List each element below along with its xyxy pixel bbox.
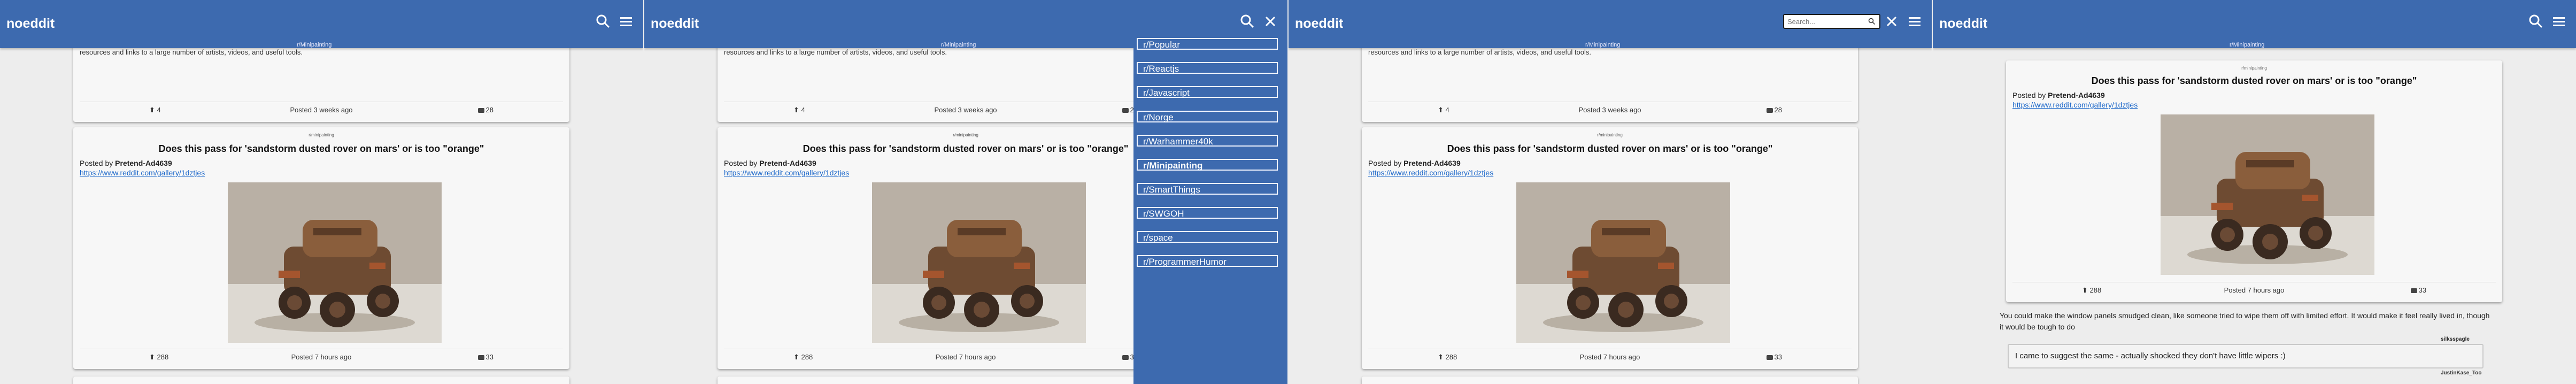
- comment-icon: [1122, 108, 1129, 113]
- post-image[interactable]: [872, 182, 1086, 343]
- subreddit-menu: r/Popular r/Reactjs r/Javascript r/Norge…: [1133, 0, 1287, 384]
- post-footer: ⬆ 4 Posted 3 weeks ago 28: [1368, 102, 1852, 117]
- menu-item-space[interactable]: r/space: [1137, 231, 1278, 243]
- menu-item-norge[interactable]: r/Norge: [1137, 111, 1278, 122]
- post-footer: ⬆ 288 Posted 7 hours ago 33: [1368, 349, 1852, 364]
- close-icon[interactable]: [1262, 13, 1279, 30]
- post-image[interactable]: [228, 182, 442, 343]
- comment-icon: [1122, 355, 1129, 360]
- comments-button[interactable]: 33: [477, 353, 493, 361]
- comment-icon: [477, 108, 484, 113]
- post-subreddit[interactable]: r/minipainting: [73, 133, 569, 137]
- app-brand[interactable]: noeddit: [651, 16, 699, 32]
- top-bar: noeddit r/Minipainting: [1289, 0, 1932, 48]
- comments-button[interactable]: 33: [1766, 353, 1782, 361]
- search-icon[interactable]: [1868, 17, 1876, 26]
- menu-item-javascript[interactable]: r/Javascript: [1137, 86, 1278, 98]
- search-input[interactable]: [1786, 15, 1869, 28]
- next-post-card[interactable]: [73, 377, 569, 384]
- comments-button[interactable]: 33: [2410, 286, 2426, 294]
- comment-body: You could make the window panels smudged…: [2000, 311, 2490, 331]
- post-image[interactable]: [1516, 182, 1730, 343]
- subreddit-tag: r/Minipainting: [297, 42, 332, 48]
- menu-icon[interactable]: [1906, 13, 1923, 30]
- post-preview-text: resources and links to a large number of…: [80, 48, 303, 56]
- reply-body: I came to suggest the same - actually sh…: [2015, 351, 2286, 360]
- menu-item-reactjs[interactable]: r/Reactjs: [1137, 62, 1278, 74]
- screen-search-open: noeddit r/Minipainting resources and lin…: [1289, 0, 1932, 384]
- post-author[interactable]: Pretend-Ad4639: [1403, 159, 1461, 167]
- subreddit-tag: r/Minipainting: [1585, 42, 1621, 48]
- comment-icon: [1766, 355, 1773, 360]
- post-author[interactable]: Pretend-Ad4639: [2048, 91, 2105, 99]
- menu-item-minipainting[interactable]: r/Minipainting: [1137, 159, 1278, 171]
- menu-icon[interactable]: [618, 13, 635, 30]
- post-footer: ⬆ 288 Posted 7 hours ago 33: [2012, 282, 2496, 297]
- post-image[interactable]: [2161, 114, 2374, 275]
- post-link[interactable]: https://www.reddit.com/gallery/1dztjes: [2012, 101, 2138, 109]
- app-brand[interactable]: noeddit: [1939, 16, 1987, 32]
- post-preview-text: resources and links to a large number of…: [1368, 48, 1591, 56]
- menu-item-programmerhumor[interactable]: r/ProgrammerHumor: [1137, 255, 1278, 267]
- search-icon[interactable]: [2527, 13, 2544, 30]
- reply-comment: I came to suggest the same - actually sh…: [2008, 344, 2484, 368]
- post-author[interactable]: Pretend-Ad4639: [115, 159, 172, 167]
- comment-icon: [477, 355, 484, 360]
- post-preview-text: resources and links to a large number of…: [724, 48, 947, 56]
- post-subreddit[interactable]: r/minipainting: [2006, 66, 2502, 71]
- post-footer: ⬆ 288 Posted 7 hours ago 33: [80, 349, 563, 364]
- post-footer: ⬆ 4 Posted 3 weeks ago 28: [80, 102, 563, 117]
- top-bar: noeddit r/Minipainting: [0, 0, 643, 48]
- post-link[interactable]: https://www.reddit.com/gallery/1dztjes: [1368, 168, 1493, 177]
- post-byline: Posted by Pretend-Ad4639: [80, 159, 172, 167]
- post-card[interactable]: r/minipainting Does this pass for 'sands…: [1362, 127, 1858, 369]
- next-post-card[interactable]: [1362, 377, 1858, 384]
- menu-item-warhammer40k[interactable]: r/Warhammer40k: [1137, 135, 1278, 147]
- menu-item-swgoh[interactable]: r/SWGOH: [1137, 207, 1278, 219]
- post-author[interactable]: Pretend-Ad4639: [759, 159, 816, 167]
- comments-button[interactable]: 28: [1766, 106, 1782, 114]
- subreddit-tag: r/Minipainting: [2230, 42, 2265, 48]
- top-bar: noeddit r/Minipainting: [1933, 0, 2576, 48]
- screen-feed: noeddit r/Minipainting resources and lin…: [0, 0, 643, 384]
- post-title[interactable]: Does this pass for 'sandstorm dusted rov…: [73, 143, 569, 155]
- app-brand[interactable]: noeddit: [6, 16, 55, 32]
- comment-author[interactable]: silksspagle: [2441, 336, 2470, 342]
- post-byline: Posted by Pretend-Ad4639: [724, 159, 816, 167]
- app-brand[interactable]: noeddit: [1295, 16, 1343, 32]
- comment-icon: [2410, 288, 2417, 294]
- reply-author[interactable]: JustinKase_Too: [2441, 370, 2482, 376]
- post-byline: Posted by Pretend-Ad4639: [1368, 159, 1461, 167]
- post-byline: Posted by Pretend-Ad4639: [2012, 91, 2105, 99]
- menu-item-popular[interactable]: r/Popular: [1137, 38, 1278, 50]
- close-icon[interactable]: [1883, 13, 1900, 30]
- subreddit-tag: r/Minipainting: [941, 42, 976, 48]
- search-icon[interactable]: [1239, 13, 1256, 30]
- screen-menu-open: noeddit r/Minipainting resources and lin…: [644, 0, 1287, 384]
- post-title[interactable]: Does this pass for 'sandstorm dusted rov…: [1362, 143, 1858, 155]
- post-link[interactable]: https://www.reddit.com/gallery/1dztjes: [724, 168, 849, 177]
- post-subreddit[interactable]: r/minipainting: [1362, 133, 1858, 137]
- comments-button[interactable]: 28: [477, 106, 493, 114]
- post-card[interactable]: r/minipainting Does this pass for 'sands…: [73, 127, 569, 369]
- post-card: r/minipainting Does this pass for 'sands…: [2006, 60, 2502, 302]
- menu-icon[interactable]: [2550, 13, 2567, 30]
- screen-post-detail: noeddit r/Minipainting r/minipainting Do…: [1933, 0, 2576, 384]
- search-icon[interactable]: [595, 13, 612, 30]
- post-title: Does this pass for 'sandstorm dusted rov…: [2091, 75, 2417, 86]
- comment-icon: [1766, 108, 1773, 113]
- menu-item-smartthings[interactable]: r/SmartThings: [1137, 183, 1278, 195]
- post-link[interactable]: https://www.reddit.com/gallery/1dztjes: [80, 168, 205, 177]
- search-box: [1783, 14, 1880, 29]
